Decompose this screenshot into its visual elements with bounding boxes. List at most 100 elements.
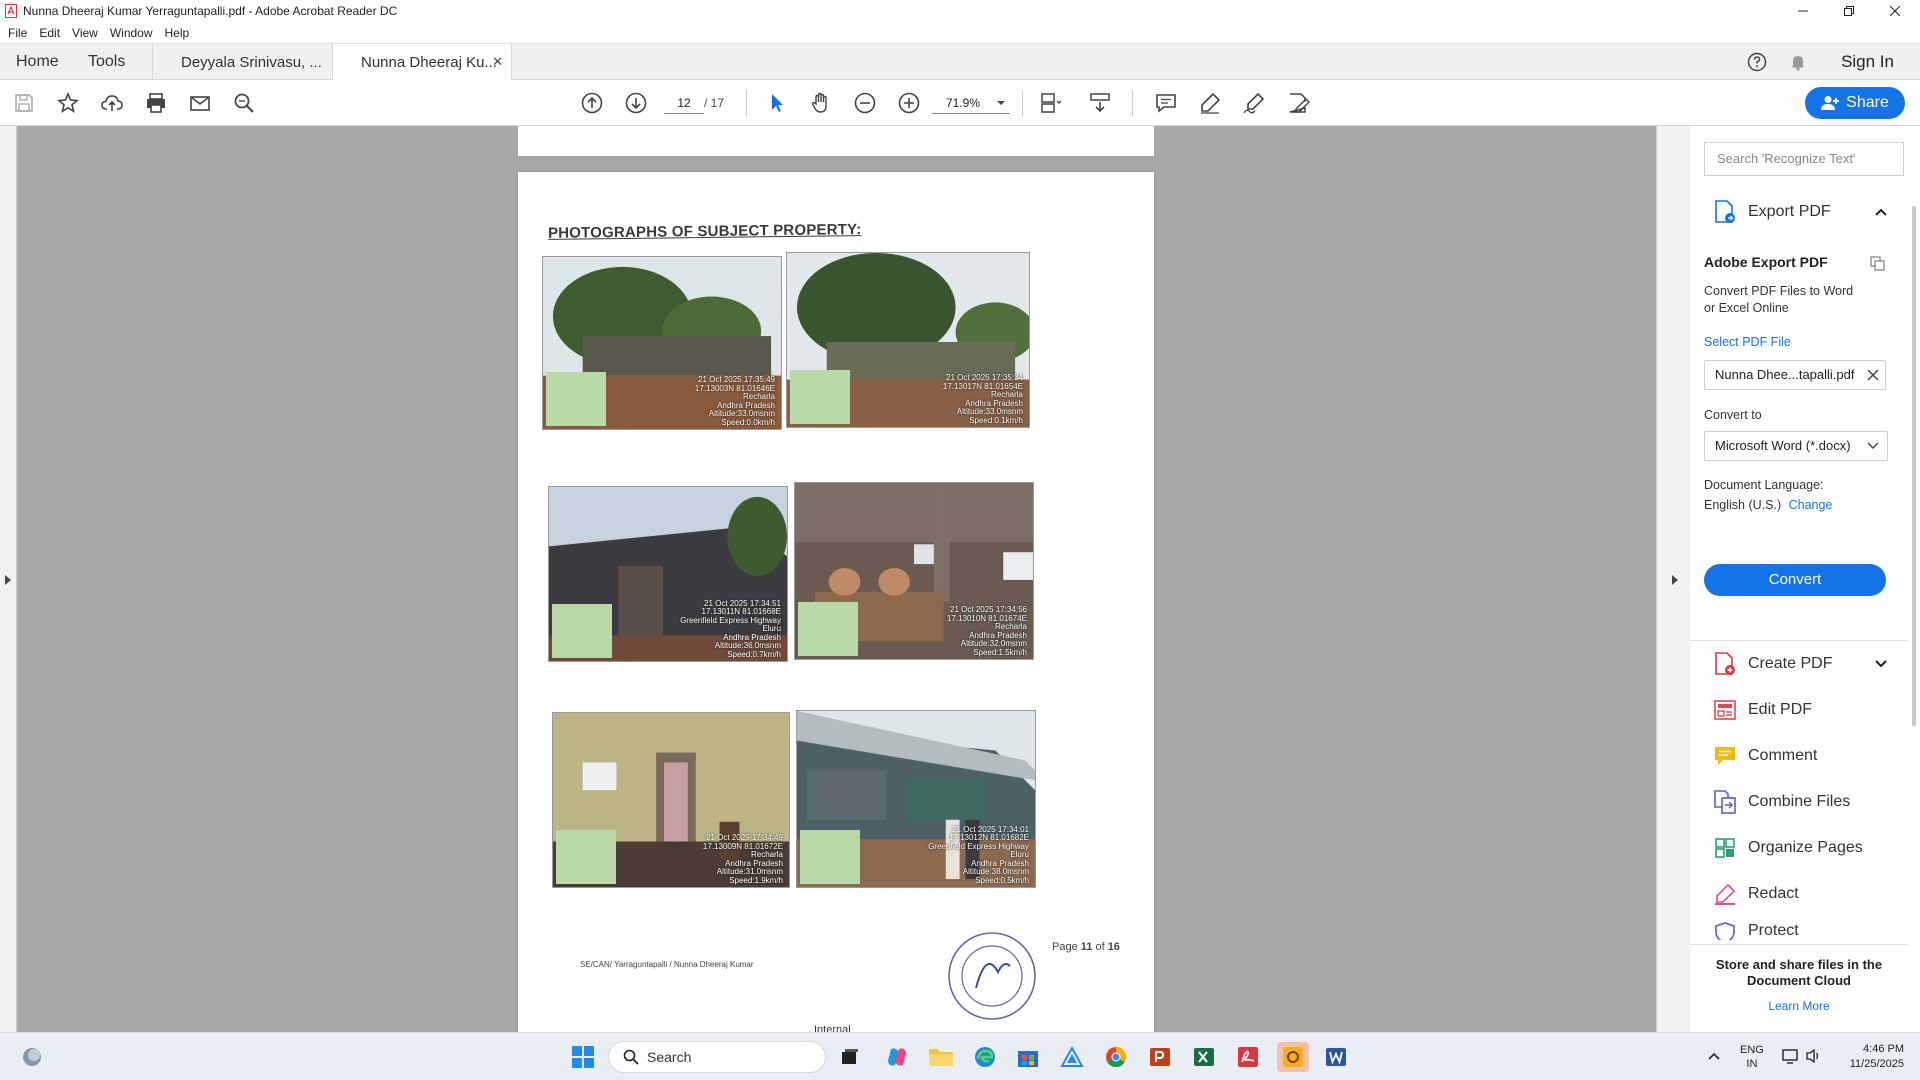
collapse-right-arrow-icon[interactable] xyxy=(1671,574,1679,586)
chevron-up-icon[interactable] xyxy=(1874,207,1888,217)
menu-window[interactable]: Window xyxy=(110,26,153,40)
tool-organize-pages[interactable]: Organize Pages xyxy=(1690,828,1910,868)
triangle-app-icon xyxy=(1060,1045,1084,1067)
taskbar-file-explorer[interactable] xyxy=(926,1042,956,1072)
taskbar-edge[interactable] xyxy=(970,1042,1000,1072)
pdf-page: PHOTOGRAPHS OF SUBJECT PROPERTY: 21 Oct … xyxy=(518,172,1154,1032)
bookmark-star-button[interactable] xyxy=(56,91,80,115)
selected-file-field[interactable]: Nunna Dhee...tapalli.pdf xyxy=(1704,360,1886,390)
taskbar-excel[interactable] xyxy=(1189,1042,1219,1072)
volume-icon[interactable] xyxy=(1806,1048,1822,1064)
upload-cloud-button[interactable] xyxy=(100,91,124,115)
map-thumbnail xyxy=(800,830,860,884)
tool-protect[interactable]: Protect xyxy=(1690,916,1910,940)
menu-edit[interactable]: Edit xyxy=(39,26,60,40)
tab-home[interactable]: Home xyxy=(16,44,59,80)
edit-pdf-icon xyxy=(1714,700,1736,720)
fill-sign-button[interactable] xyxy=(1242,91,1266,115)
notifications-bell-icon[interactable] xyxy=(1788,52,1808,72)
chevron-down-icon[interactable] xyxy=(1874,659,1888,669)
print-button[interactable] xyxy=(144,91,168,115)
chevron-down-icon[interactable] xyxy=(996,99,1006,107)
official-seal-stamp xyxy=(948,932,1036,1020)
taskbar-word[interactable] xyxy=(1321,1042,1351,1072)
zoom-in-button[interactable] xyxy=(897,91,921,115)
tool-create-pdf[interactable]: Create PDF xyxy=(1690,644,1910,684)
menu-view[interactable]: View xyxy=(72,26,98,40)
page-heading: PHOTOGRAPHS OF SUBJECT PROPERTY: xyxy=(547,221,862,242)
taskbar-copilot[interactable] xyxy=(882,1042,912,1072)
email-button[interactable] xyxy=(188,91,212,115)
toolbar: 12 / 17 71.9% Share xyxy=(0,80,1920,126)
share-label: Share xyxy=(1846,94,1889,111)
convert-button[interactable]: Convert xyxy=(1704,564,1886,596)
page-number-input[interactable]: 12 xyxy=(664,92,704,114)
restore-button[interactable] xyxy=(1826,0,1872,22)
learn-more-link[interactable]: Learn More xyxy=(1690,999,1908,1013)
taskbar-active-app[interactable] xyxy=(1277,1042,1309,1072)
folder-icon xyxy=(929,1049,953,1066)
tool-combine-files[interactable]: Combine Files xyxy=(1690,782,1910,822)
select-tool-button[interactable] xyxy=(765,91,789,115)
tool-redact[interactable]: Redact xyxy=(1690,874,1910,914)
minimize-button[interactable] xyxy=(1780,0,1826,22)
left-panel-collapsed[interactable] xyxy=(0,126,17,1032)
task-view-icon xyxy=(842,1049,858,1064)
previous-page-button[interactable] xyxy=(580,91,604,115)
tab-tools[interactable]: Tools xyxy=(88,44,125,80)
menu-file[interactable]: File xyxy=(8,26,27,40)
taskbar-acrobat[interactable] xyxy=(1233,1042,1263,1072)
system-clock[interactable]: 4:46 PM 11/25/2025 xyxy=(1834,1042,1904,1072)
tool-comment[interactable]: Comment xyxy=(1690,736,1910,776)
sign-in-link[interactable]: Sign In xyxy=(1841,52,1894,72)
copy-icon[interactable] xyxy=(1870,256,1886,272)
taskbar-azure-app[interactable] xyxy=(1057,1042,1087,1072)
start-button[interactable] xyxy=(568,1042,598,1072)
document-viewer[interactable]: PHOTOGRAPHS OF SUBJECT PROPERTY: 21 Oct … xyxy=(0,126,1690,1032)
widgets-button[interactable] xyxy=(17,1042,47,1072)
recognize-text-search-input[interactable]: Search 'Recognize Text' xyxy=(1704,142,1904,176)
change-language-link[interactable]: Change xyxy=(1789,498,1833,512)
page-display-button[interactable] xyxy=(1034,91,1068,115)
word-icon xyxy=(1326,1048,1346,1066)
arrow-down-circle-icon xyxy=(625,92,647,114)
tab-doc-deyyala[interactable]: Deyyala Srinivasu, ... xyxy=(152,44,332,80)
close-window-button[interactable] xyxy=(1872,0,1918,22)
taskbar-store[interactable] xyxy=(1013,1042,1043,1072)
save-button[interactable] xyxy=(12,91,36,115)
convert-to-value: Microsoft Word (*.docx) xyxy=(1715,438,1851,453)
taskbar-powerpoint[interactable] xyxy=(1145,1042,1175,1072)
next-page-button[interactable] xyxy=(624,91,648,115)
panel-scrollbar-thumb[interactable] xyxy=(1912,206,1916,726)
tab-doc-deyyala-label: Deyyala Srinivasu, ... xyxy=(181,53,322,71)
scrolling-mode-button[interactable] xyxy=(1088,91,1112,115)
expand-left-arrow-icon[interactable] xyxy=(4,574,12,586)
edit-tool-button[interactable] xyxy=(1286,91,1310,115)
export-pdf-header[interactable]: Export PDF xyxy=(1690,192,1910,232)
hand-tool-button[interactable] xyxy=(809,91,833,115)
comment-button[interactable] xyxy=(1154,91,1178,115)
task-view-button[interactable] xyxy=(835,1042,865,1072)
share-button[interactable]: Share xyxy=(1805,87,1905,119)
document-language-row: English (U.S.) Change xyxy=(1704,498,1832,512)
menu-help[interactable]: Help xyxy=(165,26,190,40)
clear-file-x-icon[interactable] xyxy=(1867,369,1879,381)
network-icon[interactable] xyxy=(1782,1048,1800,1064)
input-language-indicator[interactable]: ENG IN xyxy=(1740,1043,1764,1071)
highlight-button[interactable] xyxy=(1198,91,1222,115)
zoom-out-button[interactable] xyxy=(853,91,877,115)
find-button[interactable] xyxy=(232,91,256,115)
help-icon[interactable] xyxy=(1747,52,1767,72)
right-panel-toggle[interactable] xyxy=(1656,126,1690,1032)
taskbar-chrome[interactable] xyxy=(1101,1042,1131,1072)
printer-icon xyxy=(147,93,165,113)
tab-doc-nunna[interactable]: Nunna Dheeraj Ku... ✕ xyxy=(332,44,512,81)
show-hidden-icons-chevron-icon[interactable] xyxy=(1708,1051,1720,1061)
convert-to-select[interactable]: Microsoft Word (*.docx) xyxy=(1704,431,1888,461)
tab-bar: Home Tools Deyyala Srinivasu, ... Nunna … xyxy=(0,43,1920,81)
toolbar-divider xyxy=(1132,90,1133,116)
tool-edit-pdf[interactable]: Edit PDF xyxy=(1690,690,1910,730)
taskbar-search-box[interactable]: Search xyxy=(608,1041,826,1073)
export-pdf-icon xyxy=(1715,200,1735,223)
close-tab-icon[interactable]: ✕ xyxy=(492,54,503,70)
